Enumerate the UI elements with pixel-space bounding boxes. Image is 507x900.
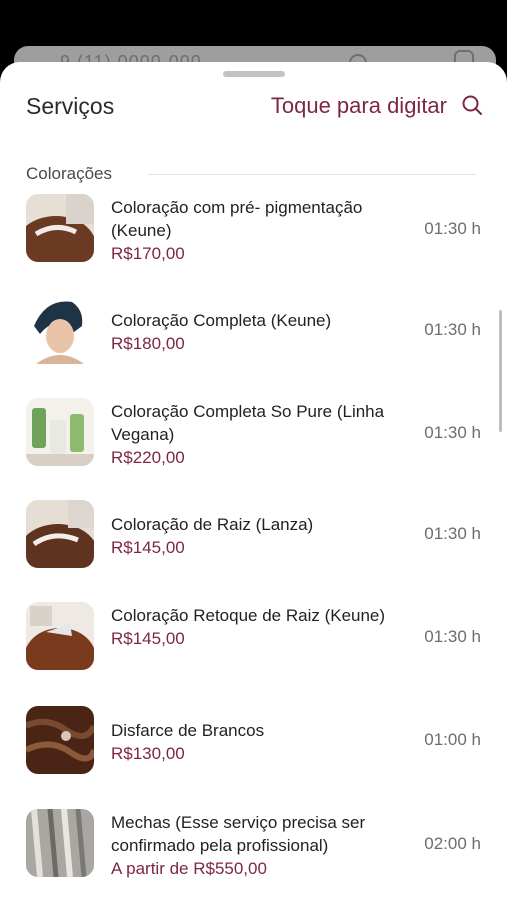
service-name: Coloração com pré- pigmentação (Keune)	[111, 198, 363, 240]
service-row[interactable]: Disfarce de Brancos R$130,00 01:00 h	[0, 706, 507, 778]
service-price: A partir de R$550,00	[111, 859, 267, 878]
sheet-drag-handle[interactable]	[223, 71, 285, 77]
service-name: Coloração de Raiz (Lanza)	[111, 515, 314, 534]
service-price: R$145,00	[111, 538, 185, 557]
service-name: Coloração Retoque de Raiz (Keune)	[111, 606, 386, 625]
service-thumbnail	[26, 809, 94, 877]
service-thumbnail	[26, 296, 94, 364]
status-bar	[0, 0, 507, 28]
service-row[interactable]: Coloração Completa (Keune) R$180,00 01:3…	[0, 296, 507, 368]
service-row[interactable]: Coloração com pré- pigmentação (Keune) R…	[0, 194, 507, 266]
scrollbar[interactable]	[499, 310, 502, 432]
service-name: Disfarce de Brancos	[111, 721, 265, 740]
service-name: Mechas (Esse serviço precisa ser confirm…	[111, 813, 366, 855]
search-hint-text[interactable]: Toque para digitar	[271, 93, 447, 119]
service-duration: 01:30 h	[424, 320, 481, 339]
section-divider	[148, 174, 476, 175]
section-header: Colorações	[26, 164, 112, 183]
service-row[interactable]: Coloração Completa So Pure (Linha Vegana…	[0, 398, 507, 470]
service-row[interactable]: Coloração Retoque de Raiz (Keune) R$145,…	[0, 602, 507, 674]
service-row[interactable]: Mechas (Esse serviço precisa ser confirm…	[0, 809, 507, 881]
service-duration: 01:00 h	[424, 730, 481, 749]
service-row[interactable]: Coloração de Raiz (Lanza) R$145,00 01:30…	[0, 500, 507, 572]
service-name: Coloração Completa So Pure (Linha Vegana…	[111, 402, 385, 444]
service-duration: 01:30 h	[424, 219, 481, 238]
service-thumbnail	[26, 706, 94, 774]
service-duration: 01:30 h	[424, 627, 481, 646]
service-thumbnail	[26, 500, 94, 568]
service-price: R$170,00	[111, 244, 185, 263]
service-duration: 02:00 h	[424, 834, 481, 853]
service-duration: 01:30 h	[424, 524, 481, 543]
service-price: R$145,00	[111, 629, 185, 648]
service-price: R$180,00	[111, 334, 185, 353]
service-thumbnail	[26, 398, 94, 466]
service-name: Coloração Completa (Keune)	[111, 311, 332, 330]
service-price: R$130,00	[111, 744, 185, 763]
search-icon[interactable]	[459, 92, 485, 118]
service-thumbnail	[26, 602, 94, 670]
service-price: R$220,00	[111, 448, 185, 467]
sheet-title: Serviços	[26, 93, 115, 119]
service-duration: 01:30 h	[424, 423, 481, 442]
service-thumbnail	[26, 194, 94, 262]
services-bottom-sheet: Serviços Toque para digitar Colorações C…	[0, 62, 507, 900]
